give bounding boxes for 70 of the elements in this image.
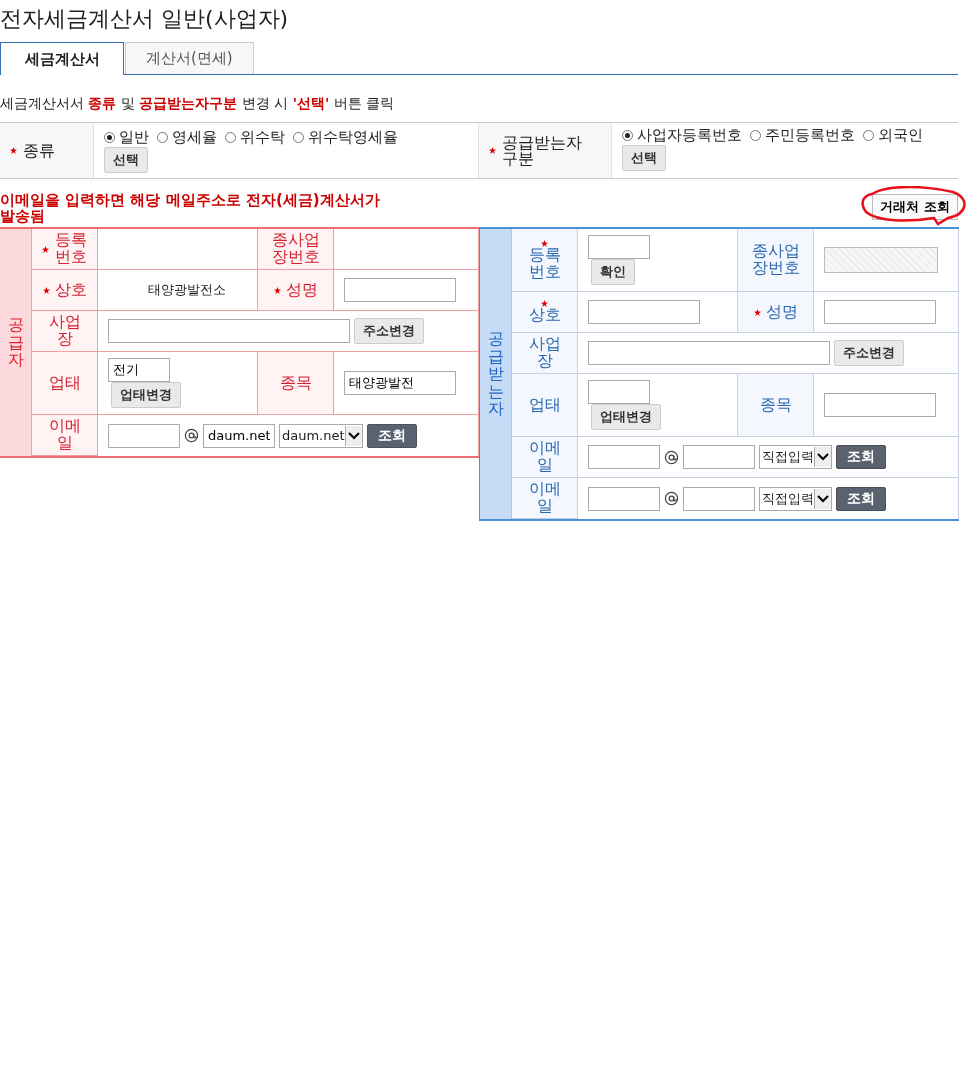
field-label: 종목 xyxy=(279,374,312,392)
radio-option[interactable]: 영세율 xyxy=(157,128,217,147)
input-field[interactable]: 전기 xyxy=(108,358,170,382)
input-field[interactable] xyxy=(824,300,936,324)
address-change-button[interactable]: 주소변경 xyxy=(354,318,424,344)
select-button[interactable]: 선택 xyxy=(622,145,666,171)
page-title: 전자세금계산서 일반(사업자) xyxy=(0,5,290,33)
email-domain-field[interactable] xyxy=(683,445,755,469)
field-label: 이메일 xyxy=(527,440,562,474)
lookup-button[interactable]: 조회 xyxy=(366,423,417,448)
action-button[interactable]: 업태변경 xyxy=(111,382,181,408)
email-local-field[interactable] xyxy=(108,423,180,448)
field-label: 종류 xyxy=(23,142,55,159)
radio-option[interactable]: 위수탁 xyxy=(225,128,285,147)
radio-option[interactable]: 일반 xyxy=(104,128,149,147)
party-side-label: 공급받는자 xyxy=(480,229,512,519)
lookup-button[interactable]: 조회 xyxy=(836,486,886,511)
at-sign-icon xyxy=(664,491,679,506)
select-button[interactable]: 선택 xyxy=(104,147,148,173)
caret-icon xyxy=(344,425,362,446)
instruction-text: 세금계산서서 종류 및 공급받는자구분 변경 시 '선택' 버튼 클릭 xyxy=(0,95,396,113)
field-label: 사업장 xyxy=(47,314,82,348)
input-field[interactable] xyxy=(344,278,456,302)
field-label: 공급받는자구분 xyxy=(502,134,583,167)
caret-icon xyxy=(814,447,831,467)
field-label: 등록번호 xyxy=(527,246,562,281)
radio-option[interactable]: 외국인 xyxy=(863,126,923,145)
field-label: 종사업장번호 xyxy=(750,243,801,277)
address-field[interactable] xyxy=(588,341,830,365)
address-change-button[interactable]: 주소변경 xyxy=(834,340,904,366)
at-sign-icon xyxy=(664,449,679,465)
caret-icon xyxy=(814,488,831,509)
action-button[interactable]: 확인 xyxy=(591,259,635,285)
tab[interactable]: 세금계산서 xyxy=(0,42,124,75)
field-label: 등록번호 xyxy=(53,232,88,266)
email-notice: 이메일을 입력하면 해당 메일주소로 전자(세금)계산서가 발송됨 xyxy=(0,192,381,224)
lookup-button[interactable]: 조회 xyxy=(836,445,886,469)
field-value: 태양광발전소 xyxy=(147,281,226,299)
input-field[interactable] xyxy=(588,300,700,324)
input-field[interactable] xyxy=(588,235,650,259)
radio-option[interactable]: 사업자등록번호 xyxy=(622,126,742,145)
field-label: 종사업장번호 xyxy=(270,232,321,266)
email-domain-field[interactable] xyxy=(683,486,755,511)
email-local-field[interactable] xyxy=(588,486,660,511)
radio-option[interactable]: 위수탁영세율 xyxy=(293,128,398,147)
input-field[interactable]: 태양광발전 xyxy=(344,371,456,395)
field-label: 상호 xyxy=(54,281,87,299)
field-label: 성명 xyxy=(285,281,318,299)
field-label: 이메일 xyxy=(527,481,562,515)
input-field[interactable] xyxy=(824,393,936,417)
radio-option[interactable]: 주민등록번호 xyxy=(750,126,855,145)
field-label: 업태 xyxy=(528,396,561,414)
partner-lookup-button[interactable]: 거래처 조회 xyxy=(872,194,958,220)
action-button[interactable]: 업태변경 xyxy=(591,404,661,430)
email-local-field[interactable] xyxy=(588,445,660,469)
field-label: 종목 xyxy=(759,396,792,414)
field-label: 성명 xyxy=(765,303,798,321)
field-label: 사업장 xyxy=(527,336,562,370)
tab[interactable]: 계산서(면세) xyxy=(125,42,254,74)
address-field[interactable] xyxy=(108,319,350,343)
email-domain-field[interactable]: daum.net xyxy=(203,423,275,448)
field-label: 상호 xyxy=(528,307,561,324)
domain-dropdown[interactable]: 직접입력 xyxy=(759,486,832,511)
party-side-label: 공급자 xyxy=(0,229,32,456)
domain-dropdown[interactable]: daum.net xyxy=(279,423,363,448)
domain-dropdown[interactable]: 직접입력 xyxy=(759,445,832,469)
field-label: 이메일 xyxy=(47,418,82,452)
input-field[interactable] xyxy=(588,380,650,404)
field-label: 업태 xyxy=(48,374,81,392)
at-sign-icon xyxy=(184,428,199,443)
